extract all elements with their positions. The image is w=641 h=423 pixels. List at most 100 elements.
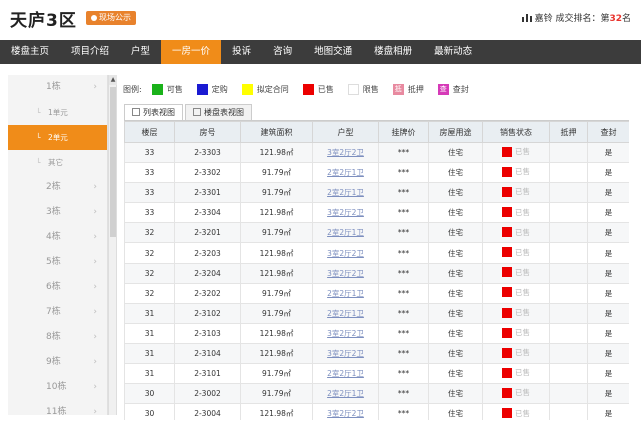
floorplan-link[interactable]: 2室2厅1卫	[327, 369, 364, 378]
table-cell: 91.79㎡	[240, 383, 313, 405]
sidebar-building-item[interactable]: 6栋 ›	[8, 275, 107, 300]
floorplan-link[interactable]: 3室2厅2卫	[327, 269, 364, 278]
table-row[interactable]: 33 2-3301 91.79㎡ 2室2厅1卫 *** 住宅 已售 是	[124, 182, 629, 204]
table-cell: 2室2厅1卫	[312, 222, 379, 244]
nav-item[interactable]: 楼盘相册	[363, 40, 423, 64]
column-header[interactable]: 房屋用途	[428, 121, 483, 143]
sold-status-icon	[502, 207, 512, 218]
sale-status: 已售	[502, 408, 530, 419]
table-cell: 2-3103	[174, 322, 241, 344]
table-cell: 91.79㎡	[240, 302, 313, 324]
table-cell: 91.79㎡	[240, 162, 313, 184]
table-cell: 33	[124, 182, 175, 204]
floorplan-link[interactable]: 3室2厅2卫	[327, 249, 364, 258]
status-label: 已售	[515, 227, 530, 237]
tab-building-view[interactable]: 楼盘表视图	[185, 104, 252, 120]
table-cell: 住宅	[428, 383, 483, 405]
table-row[interactable]: 33 2-3302 91.79㎡ 2室2厅1卫 *** 住宅 已售 是	[124, 162, 629, 184]
sidebar-building-item[interactable]: 3栋 ›	[8, 200, 107, 225]
floorplan-link[interactable]: 2室2厅1卫	[327, 309, 364, 318]
floorplan-link[interactable]: 2室2厅1卫	[327, 188, 364, 197]
sidebar-building-item[interactable]: 7栋 ›	[8, 300, 107, 325]
table-cell: 住宅	[428, 141, 483, 164]
sold-status-icon	[502, 247, 512, 258]
onsite-notice-badge[interactable]: 现场公示	[86, 11, 136, 25]
floorplan-link[interactable]: 3室2厅2卫	[327, 349, 364, 358]
column-header[interactable]: 抵押	[549, 121, 588, 143]
table-cell: 是	[587, 222, 629, 244]
floorplan-link[interactable]: 3室2厅2卫	[327, 329, 364, 338]
nav-item[interactable]: 地图交通	[303, 40, 363, 64]
status-label: 已售	[515, 408, 530, 418]
legend-item: 可售	[151, 83, 183, 95]
table-row[interactable]: 32 2-3201 91.79㎡ 2室2厅1卫 *** 住宅 已售 是	[124, 222, 629, 244]
table-cell: 2-3104	[174, 342, 241, 365]
table-row[interactable]: 32 2-3203 121.98㎡ 3室2厅2卫 *** 住宅 已售 是	[124, 242, 629, 264]
table-cell: ***	[378, 282, 429, 304]
table-row[interactable]: 30 2-3004 121.98㎡ 3室2厅2卫 *** 住宅 已售 是	[124, 403, 629, 420]
sidebar-unit-item[interactable]: └ 2单元	[8, 125, 107, 150]
tree-branch-icon: └	[36, 133, 41, 142]
table-row[interactable]: 31 2-3103 121.98㎡ 3室2厅2卫 *** 住宅 已售 是	[124, 322, 629, 344]
column-header[interactable]: 查封	[587, 121, 629, 143]
nav-item[interactable]: 投诉	[221, 40, 262, 64]
sidebar-item-label: 1单元	[48, 108, 68, 117]
status-label: 已售	[515, 328, 530, 338]
nav-item[interactable]: 一房一价	[161, 40, 222, 64]
tab-list-view[interactable]: 列表视图	[124, 104, 183, 120]
table-row[interactable]: 33 2-3303 121.98㎡ 3室2厅2卫 *** 住宅 已售 是	[124, 141, 629, 164]
floorplan-link[interactable]: 3室2厅2卫	[327, 148, 364, 157]
table-row[interactable]: 33 2-3304 121.98㎡ 3室2厅2卫 *** 住宅 已售 是	[124, 202, 629, 224]
nav-item[interactable]: 咨询	[262, 40, 303, 64]
table-row[interactable]: 32 2-3202 91.79㎡ 2室2厅1卫 *** 住宅 已售 是	[124, 282, 629, 304]
status-label: 已售	[515, 147, 530, 157]
sold-status-icon	[502, 146, 512, 157]
rank-number: 32	[609, 14, 622, 24]
column-header[interactable]: 房号	[174, 121, 241, 143]
sidebar-building-item[interactable]: 5栋 ›	[8, 250, 107, 275]
table-cell: ***	[378, 403, 429, 420]
scroll-up-icon[interactable]: ▲	[109, 75, 117, 85]
sidebar-building-item[interactable]: 1栋 ›	[8, 75, 107, 100]
table-row[interactable]: 32 2-3204 121.98㎡ 3室2厅2卫 *** 住宅 已售 是	[124, 262, 629, 284]
nav-item[interactable]: 户型	[120, 40, 161, 64]
table-row[interactable]: 31 2-3102 91.79㎡ 2室2厅1卫 *** 住宅 已售 是	[124, 302, 629, 324]
sale-status: 已售	[502, 227, 530, 238]
sidebar-building-item[interactable]: 8栋 ›	[8, 325, 107, 350]
status-label: 已售	[515, 207, 530, 217]
table-row[interactable]: 31 2-3101 91.79㎡ 2室2厅1卫 *** 住宅 已售 是	[124, 363, 629, 385]
sidebar-building-item[interactable]: 2栋 ›	[8, 175, 107, 200]
table-cell: 住宅	[428, 242, 483, 264]
floorplan-link[interactable]: 3室2厅2卫	[327, 409, 364, 418]
column-header[interactable]: 挂牌价	[378, 121, 429, 143]
sidebar-building-item[interactable]: 11栋 ›	[8, 400, 107, 423]
column-header[interactable]: 楼层	[124, 121, 175, 143]
scroll-thumb[interactable]	[110, 87, 116, 237]
nav-item[interactable]: 楼盘主页	[0, 40, 60, 64]
nav-item[interactable]: 最新动态	[423, 40, 483, 64]
legend-item-label: 查封	[452, 84, 469, 94]
table-cell: 已售	[482, 222, 550, 244]
sidebar-building-item[interactable]: 9栋 ›	[8, 350, 107, 375]
column-header[interactable]: 销售状态	[482, 121, 550, 143]
floorplan-link[interactable]: 2室2厅1卫	[327, 228, 364, 237]
sidebar-scrollbar[interactable]: ▲	[108, 75, 117, 415]
sold-status-icon	[502, 327, 512, 338]
legend-badge-icon: 查	[437, 83, 449, 95]
sidebar-building-item[interactable]: 10栋 ›	[8, 375, 107, 400]
floorplan-link[interactable]: 2室2厅1卫	[327, 168, 364, 177]
floorplan-link[interactable]: 3室2厅2卫	[327, 208, 364, 217]
floorplan-link[interactable]: 2室2厅1卫	[327, 289, 364, 298]
page-header: 天庐3区 现场公示 嘉铃 成交排名：第32名	[0, 0, 641, 40]
column-header[interactable]: 户型	[312, 121, 379, 143]
sidebar-unit-item[interactable]: └ 1单元	[8, 100, 107, 125]
table-cell: 已售	[482, 282, 550, 304]
sidebar-building-item[interactable]: 4栋 ›	[8, 225, 107, 250]
table-row[interactable]: 31 2-3104 121.98㎡ 3室2厅2卫 *** 住宅 已售 是	[124, 342, 629, 365]
table-cell: 3室2厅2卫	[312, 262, 379, 284]
column-header[interactable]: 建筑面积	[240, 121, 313, 143]
table-row[interactable]: 30 2-3002 91.79㎡ 2室2厅1卫 *** 住宅 已售 是	[124, 383, 629, 405]
floorplan-link[interactable]: 2室2厅1卫	[327, 389, 364, 398]
sidebar-unit-item[interactable]: └ 其它	[8, 150, 107, 175]
nav-item[interactable]: 项目介绍	[60, 40, 120, 64]
